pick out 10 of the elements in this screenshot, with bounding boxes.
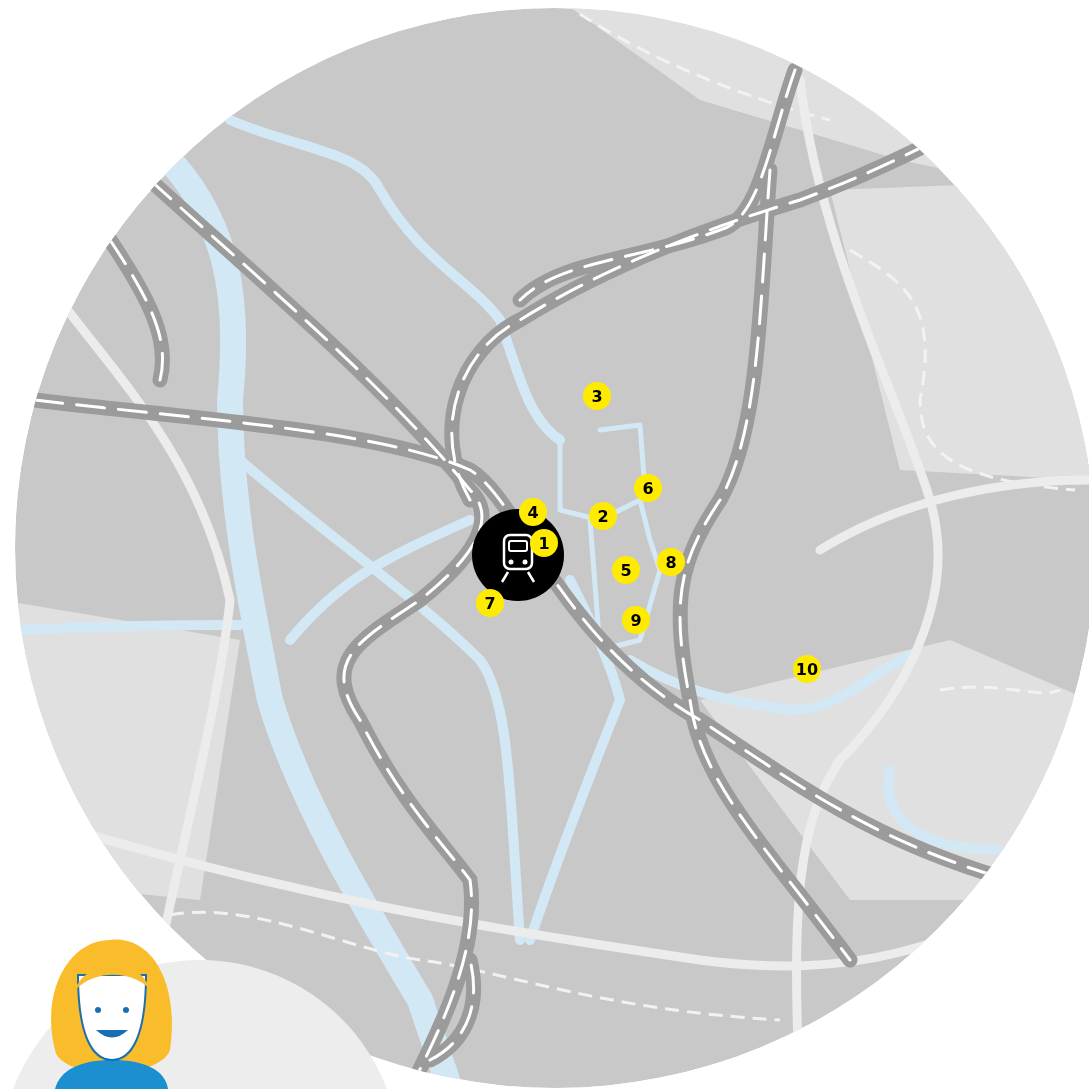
numbered-marker: 1	[530, 529, 558, 557]
numbered-marker: 8	[657, 548, 685, 576]
numbered-marker: 2	[589, 502, 617, 530]
numbered-marker: 5	[612, 556, 640, 584]
numbered-marker: 9	[622, 606, 650, 634]
numbered-marker: 3	[583, 382, 611, 410]
numbered-marker: 7	[476, 589, 504, 617]
numbered-marker: 6	[634, 474, 662, 502]
numbered-marker: 4	[519, 498, 547, 526]
numbered-marker: 10	[793, 655, 821, 683]
